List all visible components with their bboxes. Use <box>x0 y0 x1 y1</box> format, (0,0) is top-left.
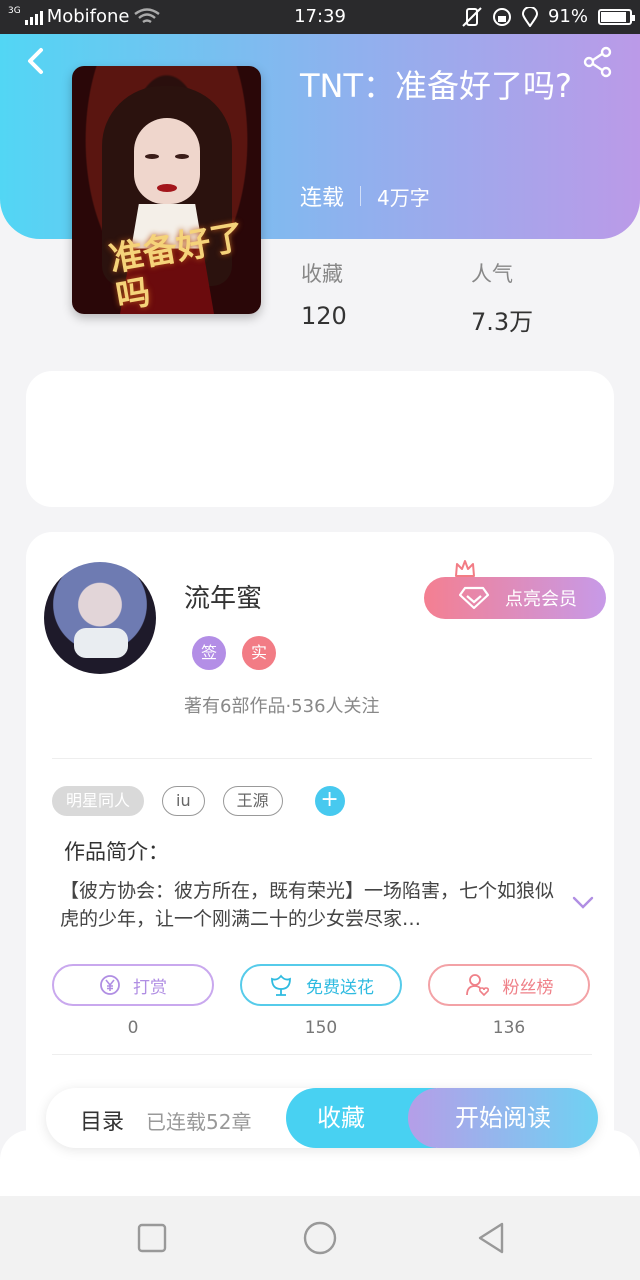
tip-label: 打赏 <box>133 977 167 998</box>
placeholder-card <box>26 371 614 507</box>
author-stats: 著有6部作品·536人关注 <box>184 696 380 717</box>
vip-button-label: 点亮会员 <box>505 589 577 610</box>
tip-count: 0 <box>127 1018 139 1038</box>
add-tag-button[interactable]: + <box>314 786 345 816</box>
flower-label: 免费送花 <box>306 977 374 998</box>
signed-badge: 签 <box>192 636 226 670</box>
battery-icon <box>598 8 635 25</box>
divider <box>52 758 592 759</box>
back-triangle-icon[interactable] <box>474 1220 510 1256</box>
fans-label: 粉丝榜 <box>502 977 554 998</box>
location-icon <box>521 6 538 27</box>
vip-button[interactable]: 点亮会员 <box>424 577 606 619</box>
send-flower-button[interactable]: 免费送花 <box>240 964 402 1006</box>
back-chevron-left-icon[interactable] <box>22 46 50 76</box>
flower-count: 150 <box>304 1018 338 1038</box>
author-name[interactable]: 流年蜜 <box>184 578 262 615</box>
intro-heading: 作品简介： <box>64 840 169 864</box>
tag-item[interactable]: 明星同人 <box>52 786 145 816</box>
author-avatar[interactable] <box>44 562 156 674</box>
vibrate-icon <box>462 6 482 27</box>
recents-square-icon[interactable] <box>134 1220 170 1256</box>
action-counts: 0 150 136 <box>52 1018 590 1038</box>
battery-percent: 91% <box>547 6 588 27</box>
bottom-action-bar: 目录 已连载52章 收藏 开始阅读 <box>46 1088 598 1148</box>
fans-count: 136 <box>492 1018 526 1038</box>
home-circle-icon[interactable] <box>302 1220 338 1256</box>
popularity-stat: 人气 7.3万 <box>471 258 533 337</box>
book-word-count: 4万字 <box>377 185 430 210</box>
chapter-count[interactable]: 已连载52章 <box>146 1106 251 1135</box>
favorites-value: 120 <box>301 302 347 330</box>
diamond-icon <box>459 586 489 610</box>
system-nav-bar <box>0 1196 640 1280</box>
intro-text[interactable]: 【彼方协会：彼方所在，既有荣光】一场陷害，七个如狼似虎的少年，让一个刚满二十的少… <box>60 877 556 933</box>
toc-button[interactable]: 目录 <box>80 1104 124 1136</box>
meta-divider <box>360 186 362 206</box>
divider <box>52 1054 592 1055</box>
book-meta: 连载 4万字 <box>300 180 430 212</box>
crown-icon <box>455 560 475 577</box>
lock-rotate-icon <box>492 7 511 26</box>
flower-icon <box>271 974 291 996</box>
favorites-stat: 收藏 120 <box>301 258 347 330</box>
status-bar: 3G Mobifone 17:39 91% <box>0 0 640 34</box>
book-title: TNT：准备好了吗? <box>300 67 573 105</box>
expand-chevron-down-icon[interactable] <box>572 896 594 910</box>
tag-list: 明星同人 iu 王源 + <box>52 786 345 816</box>
start-reading-button[interactable]: 开始阅读 <box>408 1088 598 1148</box>
yen-icon <box>100 975 120 995</box>
fans-ranking-button[interactable]: 粉丝榜 <box>428 964 590 1006</box>
popularity-label: 人气 <box>471 262 513 286</box>
book-status: 连载 <box>300 186 345 211</box>
book-cover[interactable]: 准备好了吗 <box>72 66 261 314</box>
popularity-value: 7.3万 <box>471 308 534 336</box>
action-buttons: 打赏 免费送花 粉丝榜 <box>52 964 590 1006</box>
tag-item[interactable]: 王源 <box>222 786 283 816</box>
tip-button[interactable]: 打赏 <box>52 964 214 1006</box>
favorites-label: 收藏 <box>301 262 343 286</box>
tag-item[interactable]: iu <box>162 786 205 816</box>
verified-badge: 实 <box>242 636 276 670</box>
user-heart-icon <box>465 974 489 997</box>
